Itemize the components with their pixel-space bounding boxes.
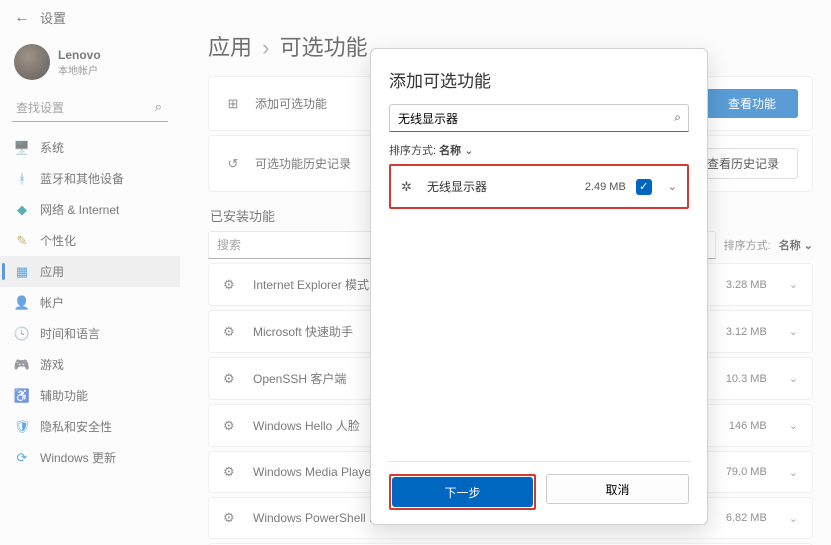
modal-sort[interactable]: 排序方式: 名称 ⌄	[389, 142, 689, 158]
chevron-down-icon: ⌄	[464, 145, 473, 157]
result-checkbox[interactable]: ✓	[636, 179, 652, 195]
highlighted-result: ✲ 无线显示器 2.49 MB ✓ ⌄	[389, 164, 689, 209]
puzzle-icon: ✲	[401, 179, 417, 195]
modal-title: 添加可选功能	[389, 67, 689, 92]
feature-result-row[interactable]: ✲ 无线显示器 2.49 MB ✓ ⌄	[393, 168, 685, 205]
chevron-down-icon: ⌄	[668, 180, 677, 193]
search-icon: ⌕	[674, 110, 681, 125]
highlighted-next-button: 下一步	[389, 474, 536, 510]
result-size: 2.49 MB	[585, 181, 626, 193]
cancel-button[interactable]: 取消	[546, 474, 689, 504]
add-feature-modal: 添加可选功能 ⌕ 排序方式: 名称 ⌄ ✲ 无线显示器 2.49 MB ✓ ⌄ …	[370, 48, 708, 525]
next-button[interactable]: 下一步	[392, 477, 533, 507]
modal-search-input[interactable]	[389, 104, 689, 132]
result-name: 无线显示器	[427, 178, 575, 195]
